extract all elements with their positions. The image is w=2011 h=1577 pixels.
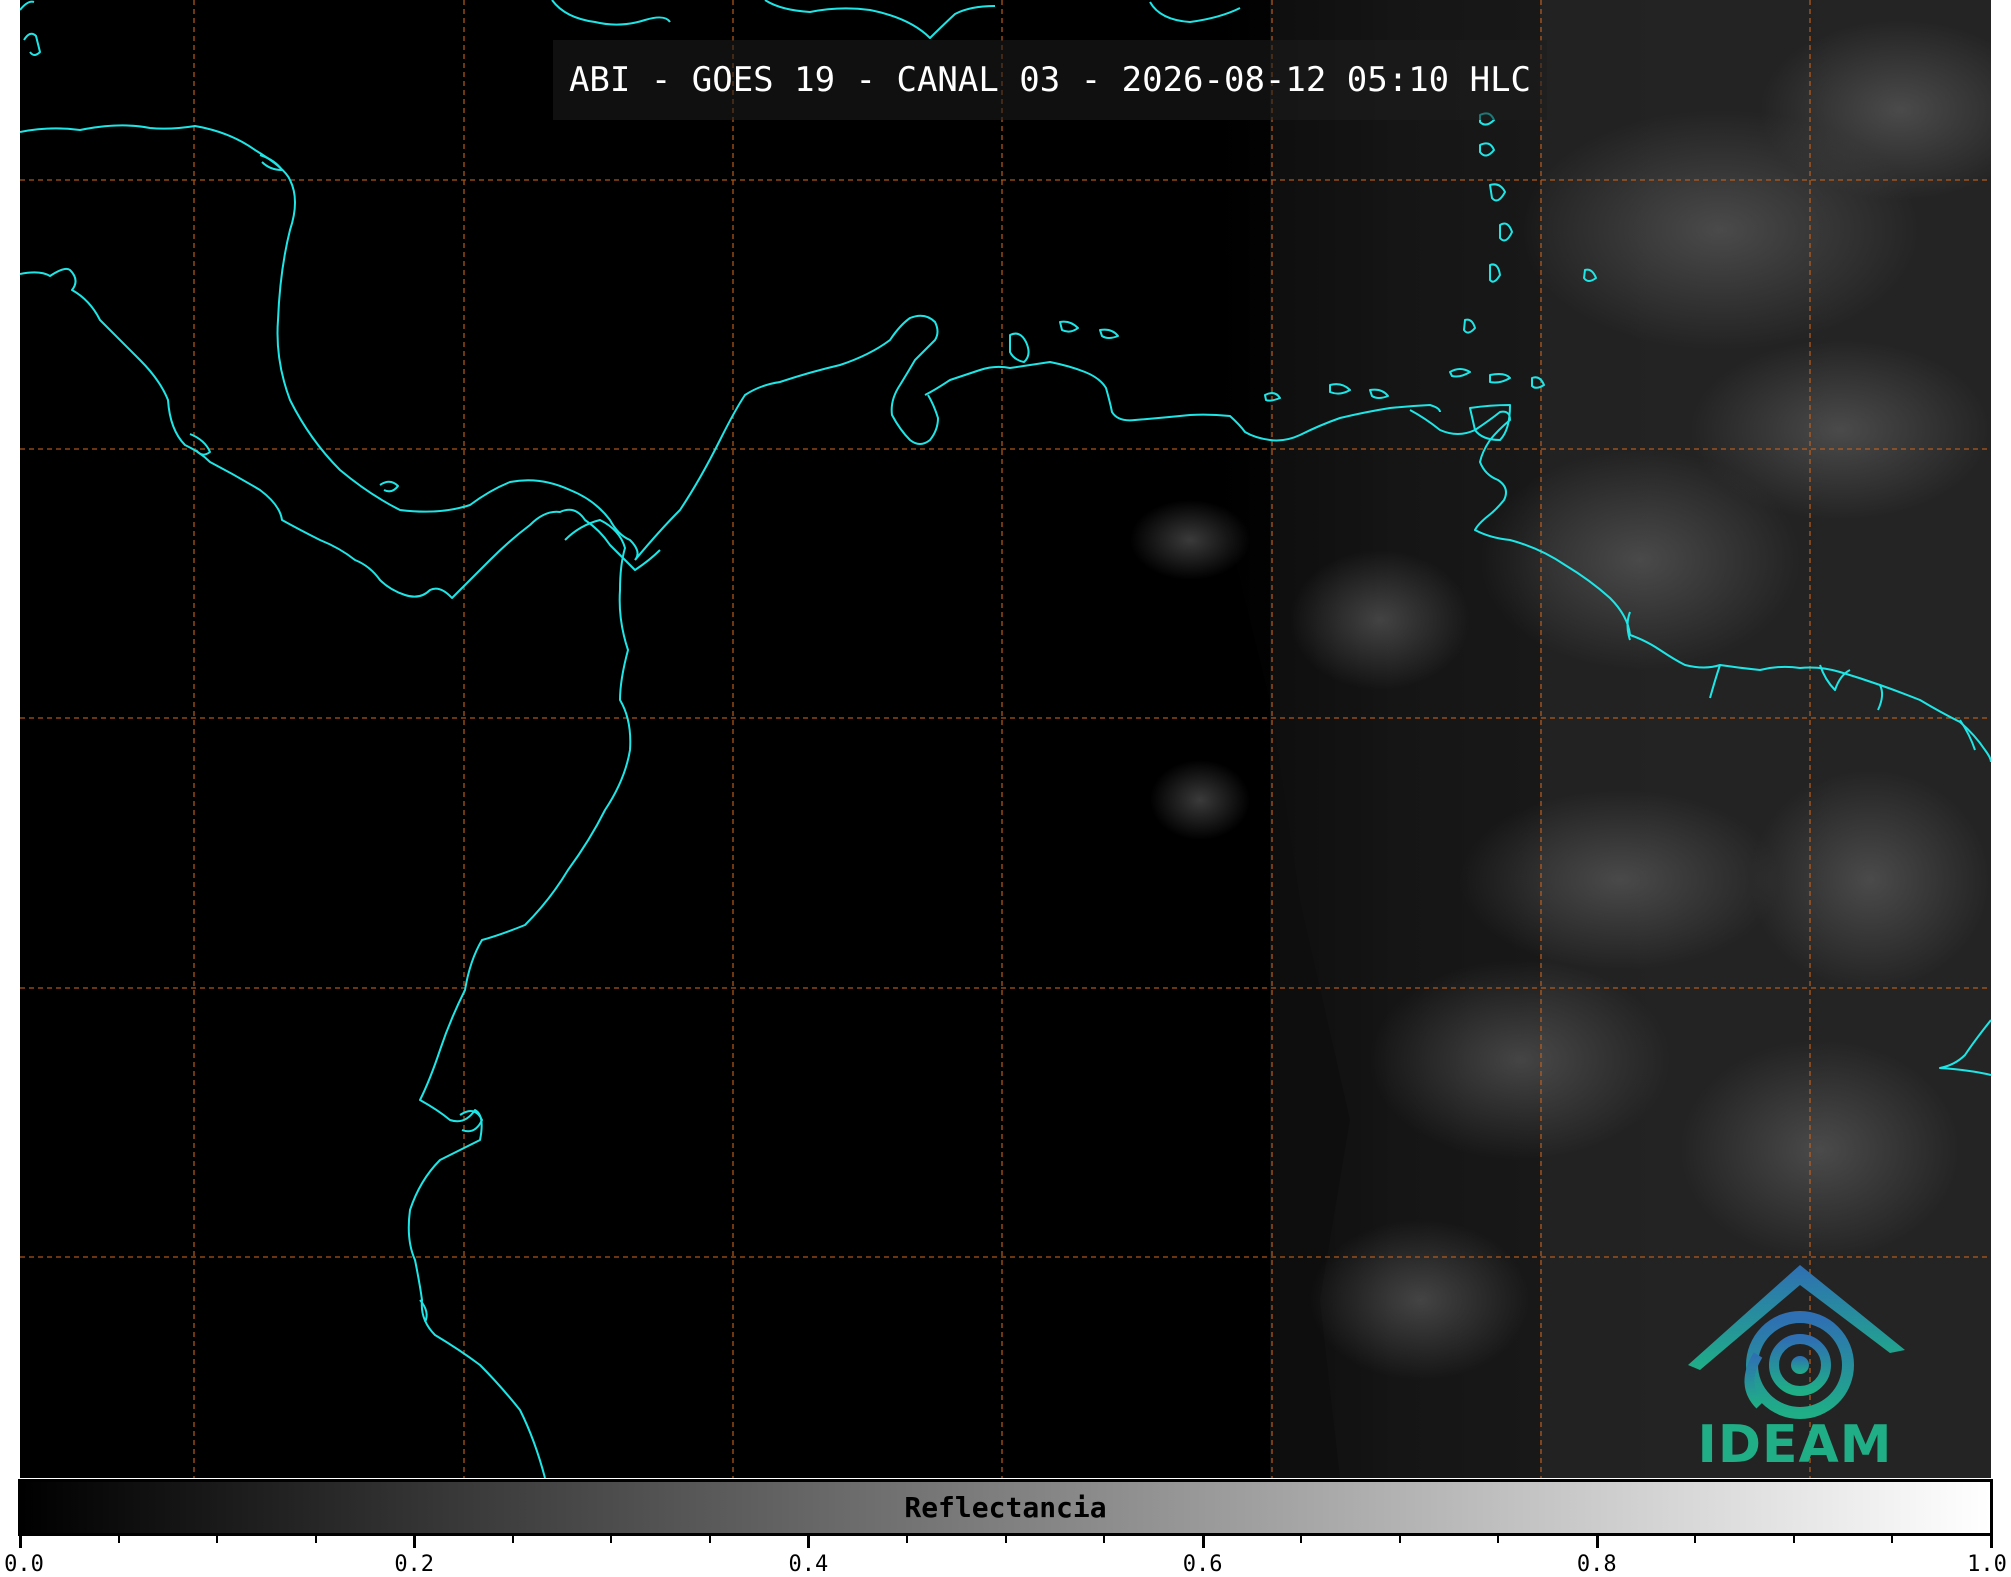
colorbar-major-tick bbox=[413, 1536, 417, 1548]
colorbar-minor-tick bbox=[216, 1536, 219, 1543]
colorbar-ticks: 0.0 0.2 0.4 0.6 0.8 1.0 bbox=[4, 1536, 2007, 1577]
colorbar-tick-label: 1.0 bbox=[1967, 1552, 2007, 1577]
colorbar-tick-label: 0.2 bbox=[394, 1552, 435, 1577]
ideam-logo: IDEAM bbox=[1680, 1255, 1910, 1475]
ideam-logo-text: IDEAM bbox=[1697, 1415, 1893, 1475]
colorbar-tick-label: 0.4 bbox=[788, 1552, 829, 1577]
title-box: ABI - GOES 19 - CANAL 03 - 2026-08-12 05… bbox=[553, 40, 1547, 120]
colorbar-minor-tick bbox=[314, 1536, 317, 1543]
colorbar-minor-tick bbox=[905, 1536, 908, 1543]
colorbar-minor-tick bbox=[1891, 1536, 1894, 1543]
satellite-image-page: ABI - GOES 19 - CANAL 03 - 2026-08-12 05… bbox=[0, 0, 2011, 1577]
colorbar-minor-tick bbox=[1103, 1536, 1106, 1543]
map-title: ABI - GOES 19 - CANAL 03 - 2026-08-12 05… bbox=[568, 60, 1532, 100]
colorbar-major-tick bbox=[1595, 1536, 1599, 1548]
colorbar-minor-tick bbox=[1694, 1536, 1697, 1543]
colorbar-major-tick bbox=[1201, 1536, 1205, 1548]
colorbar-minor-tick bbox=[511, 1536, 514, 1543]
colorbar: Reflectancia bbox=[18, 1479, 1993, 1536]
colorbar-minor-tick bbox=[708, 1536, 711, 1543]
ideam-logo-icon bbox=[1688, 1265, 1905, 1419]
colorbar-tick-label: 0.0 bbox=[4, 1552, 44, 1577]
colorbar-major-tick bbox=[19, 1536, 22, 1548]
colorbar-minor-tick bbox=[117, 1536, 120, 1543]
colorbar-minor-tick bbox=[1004, 1536, 1007, 1543]
satellite-map: ABI - GOES 19 - CANAL 03 - 2026-08-12 05… bbox=[20, 0, 1991, 1478]
colorbar-minor-tick bbox=[1792, 1536, 1795, 1543]
colorbar-tick-label: 0.8 bbox=[1576, 1552, 1617, 1577]
colorbar-minor-tick bbox=[610, 1536, 613, 1543]
colorbar-minor-tick bbox=[1398, 1536, 1401, 1543]
colorbar-major-tick bbox=[1990, 1536, 1993, 1548]
colorbar-minor-tick bbox=[1300, 1536, 1303, 1543]
colorbar-major-tick bbox=[807, 1536, 811, 1548]
colorbar-minor-tick bbox=[1497, 1536, 1500, 1543]
colorbar-label: Reflectancia bbox=[904, 1491, 1107, 1524]
colorbar-tick-label: 0.6 bbox=[1182, 1552, 1223, 1577]
